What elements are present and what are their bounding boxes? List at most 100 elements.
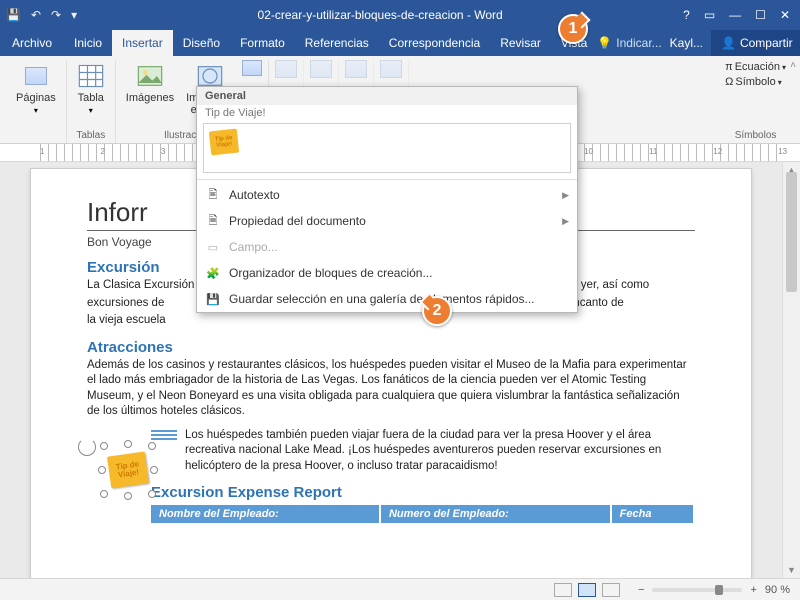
doc-property-icon: 🗎 (205, 213, 221, 229)
ruler-number: 10 (584, 147, 593, 156)
resize-handle[interactable] (124, 492, 132, 500)
zoom-out-icon[interactable]: − (638, 584, 644, 596)
collapse-ribbon-icon[interactable]: ˄ (790, 60, 796, 71)
doc-paragraph: la vieja escuela (87, 313, 695, 329)
doc-paragraph: Los huéspedes también pueden viajar fuer… (185, 428, 695, 475)
sticky-note-icon: Tip de Viaje! (107, 452, 149, 489)
scroll-thumb[interactable] (786, 172, 797, 292)
vertical-scrollbar[interactable]: ▲ ▼ (782, 162, 800, 578)
save-icon[interactable]: 💾 (6, 8, 21, 22)
tab-referencias[interactable]: Referencias (295, 30, 379, 56)
save-selection-icon: 💾 (205, 291, 221, 307)
group-simbolos: π Ecuación ▾ Ω Símbolo ▾ Símbolos (717, 60, 794, 143)
text-wrap-icon (151, 430, 177, 444)
rotate-handle-icon[interactable] (78, 438, 96, 456)
help-icon[interactable]: ? (683, 8, 690, 22)
simbolo-button[interactable]: Ω Símbolo ▾ (723, 75, 788, 89)
zoom-slider[interactable] (652, 588, 742, 592)
tell-me-box[interactable]: 💡 Indicar... (597, 36, 661, 50)
gallery-item[interactable]: Tip de Viaje! (203, 123, 571, 173)
shapes-icon[interactable] (242, 60, 262, 76)
tab-diseno[interactable]: Diseño (173, 30, 230, 56)
pictures-icon (136, 62, 164, 90)
field-icon: ▭ (205, 239, 221, 255)
ruler-number: 1 (40, 147, 44, 156)
scroll-down-icon[interactable]: ▼ (783, 562, 800, 578)
user-name[interactable]: Kayl... (662, 36, 711, 50)
generic-icon (380, 60, 402, 78)
resize-handle[interactable] (150, 466, 158, 474)
tabla-button[interactable]: Tabla ▾ (73, 60, 109, 117)
menu-label: Campo... (229, 240, 278, 254)
group-label-paginas (34, 130, 37, 143)
ruler-number: 3 (161, 147, 165, 156)
status-bar: − + 90 % (0, 578, 800, 600)
maximize-icon[interactable]: ☐ (755, 8, 766, 22)
zoom-knob[interactable] (715, 585, 723, 595)
tab-formato[interactable]: Formato (230, 30, 295, 56)
expense-table: Nombre del Empleado: Numero del Empleado… (151, 505, 695, 523)
generic-icon (345, 60, 367, 78)
tab-archivo[interactable]: Archivo (0, 30, 64, 56)
tip-shape-selected[interactable]: Tip de Viaje! (102, 444, 154, 496)
paginas-button[interactable]: Páginas ▾ (12, 60, 60, 117)
share-button[interactable]: 👤 Compartir (711, 30, 800, 56)
autotext-icon: 🖹 (205, 187, 221, 203)
gallery-header: General (197, 87, 577, 105)
ecuacion-button[interactable]: π Ecuación ▾ (723, 60, 788, 74)
sticky-note-icon: Tip de Viaje! (209, 129, 239, 156)
simbolo-label: Símbolo (735, 76, 775, 88)
doc-paragraph: Además de los casinos y restaurantes clá… (87, 358, 695, 420)
tab-insertar[interactable]: Insertar (112, 30, 173, 56)
menu-campo: ▭ Campo... (197, 234, 577, 260)
resize-handle[interactable] (148, 442, 156, 450)
th-nombre: Nombre del Empleado: (151, 505, 380, 523)
redo-icon[interactable]: ↷ (51, 8, 61, 22)
zoom-level[interactable]: 90 % (765, 584, 790, 596)
resize-handle[interactable] (148, 490, 156, 498)
read-mode-icon[interactable] (554, 583, 572, 597)
bulb-icon: 💡 (597, 36, 612, 50)
menu-propiedad-documento[interactable]: 🗎 Propiedad del documento ▶ (197, 208, 577, 234)
resize-handle[interactable] (124, 440, 132, 448)
view-buttons (554, 583, 620, 597)
print-layout-icon[interactable] (578, 583, 596, 597)
chevron-down-icon: ▾ (782, 63, 786, 72)
menu-organizador-bloques[interactable]: 🧩 Organizador de bloques de creación... (197, 260, 577, 286)
th-fecha: Fecha (611, 505, 694, 523)
tab-revisar[interactable]: Revisar (490, 30, 551, 56)
shapes-smartart-col (242, 60, 262, 76)
title-bar: 💾 ↶ ↷ ▾ 02-crear-y-utilizar-bloques-de-c… (0, 0, 800, 30)
menu-label: Organizador de bloques de creación... (229, 266, 432, 280)
chevron-down-icon: ▾ (89, 106, 93, 115)
imagenes-button[interactable]: Imágenes (122, 60, 178, 106)
resize-handle[interactable] (98, 466, 106, 474)
tab-correspondencia[interactable]: Correspondencia (379, 30, 490, 56)
zoom-in-icon[interactable]: + (750, 584, 756, 596)
chevron-down-icon: ▾ (34, 106, 38, 115)
menu-label: Propiedad del documento (229, 214, 366, 228)
ribbon-tabs: Archivo Inicio Insertar Diseño Formato R… (0, 30, 800, 56)
separator (197, 179, 577, 180)
group-tablas: Tabla ▾ Tablas (67, 60, 116, 143)
minimize-icon[interactable]: — (729, 8, 741, 22)
qat-dropdown-icon[interactable]: ▾ (71, 8, 77, 22)
submenu-arrow-icon: ▶ (562, 190, 569, 201)
display-options-icon[interactable]: ▭ (704, 8, 715, 22)
close-icon[interactable]: ✕ (780, 8, 790, 22)
ruler-number: 13 (778, 147, 787, 156)
page-icon (22, 62, 50, 90)
building-blocks-icon: 🧩 (205, 265, 221, 281)
paginas-label: Páginas (16, 92, 56, 104)
tab-inicio[interactable]: Inicio (64, 30, 112, 56)
resize-handle[interactable] (100, 490, 108, 498)
ruler-number: 11 (649, 147, 657, 156)
equation-icon: π (725, 61, 733, 73)
web-layout-icon[interactable] (602, 583, 620, 597)
chevron-down-icon: ▾ (778, 78, 782, 87)
menu-guardar-seleccion[interactable]: 💾 Guardar selección en una galería de el… (197, 286, 577, 312)
callout-block: Los huéspedes también pueden viajar fuer… (87, 428, 695, 475)
resize-handle[interactable] (100, 442, 108, 450)
undo-icon[interactable]: ↶ (31, 8, 41, 22)
menu-autotexto[interactable]: 🖹 Autotexto ▶ (197, 182, 577, 208)
